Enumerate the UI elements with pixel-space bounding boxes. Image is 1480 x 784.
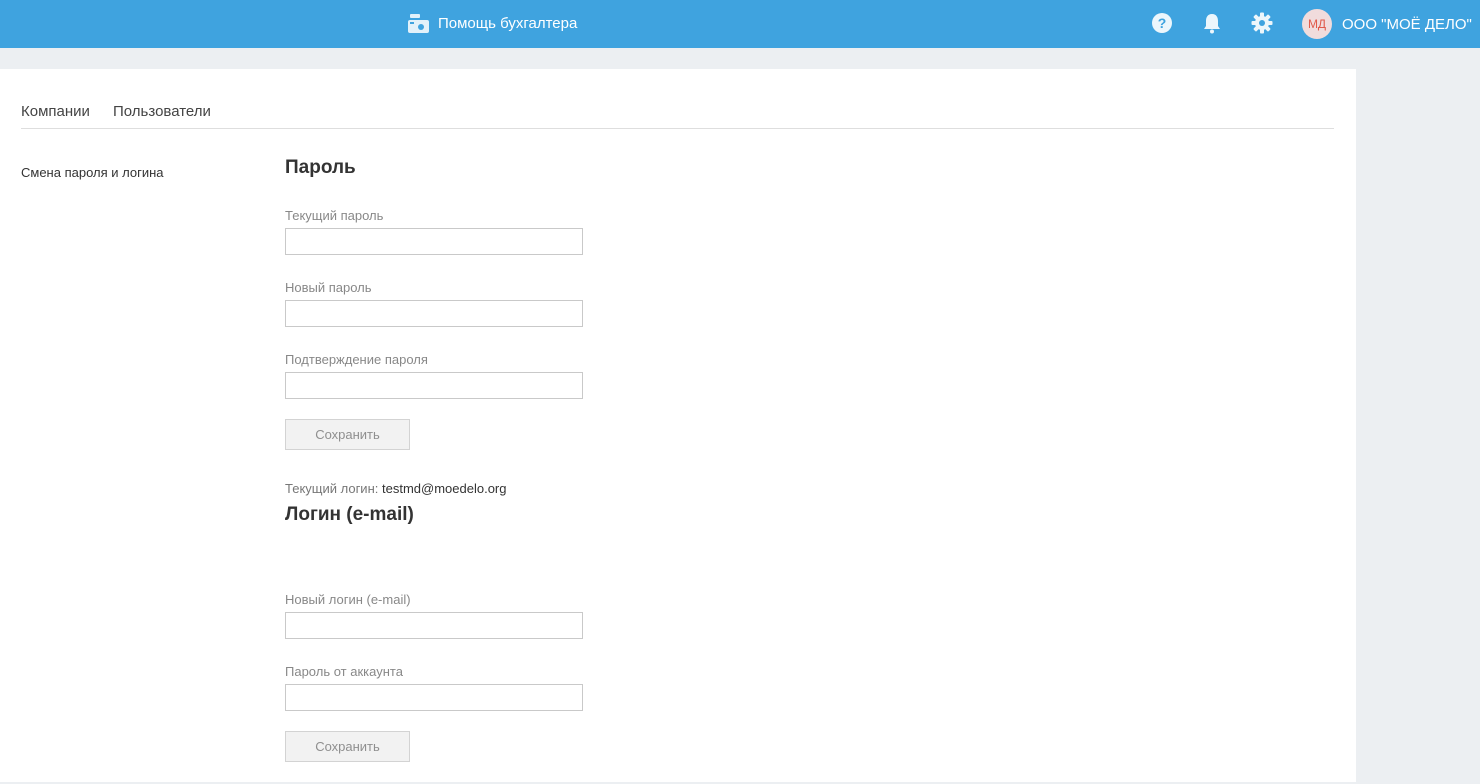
gear-icon[interactable] xyxy=(1251,12,1273,34)
login-section-title: Логин (e-mail) xyxy=(285,504,414,525)
current-login: Текущий логин: testmd@moedelo.org xyxy=(285,481,506,496)
confirm-password-label: Подтверждение пароля xyxy=(285,352,428,367)
company-menu[interactable]: МД ООО "МОЁ ДЕЛО" xyxy=(1302,9,1472,39)
tab-users[interactable]: Пользователи xyxy=(113,103,211,120)
tabs-bar: Компании Пользователи xyxy=(21,103,1334,129)
account-password-label: Пароль от аккаунта xyxy=(285,664,403,679)
current-password-input[interactable] xyxy=(285,228,583,255)
password-section-title: Пароль xyxy=(285,157,356,178)
main-panel: Компании Пользователи Смена пароля и лог… xyxy=(0,69,1356,782)
sidebar-item-change-password-login[interactable]: Смена пароля и логина xyxy=(21,165,164,180)
current-password-label: Текущий пароль xyxy=(285,208,384,223)
current-login-value: testmd@moedelo.org xyxy=(382,481,507,496)
current-login-label: Текущий логин: xyxy=(285,481,379,496)
new-login-label: Новый логин (e-mail) xyxy=(285,592,411,607)
save-login-button[interactable]: Сохранить xyxy=(285,731,410,762)
confirm-password-input[interactable] xyxy=(285,372,583,399)
bell-icon[interactable] xyxy=(1201,12,1223,34)
svg-text:?: ? xyxy=(1158,15,1167,31)
account-password-input[interactable] xyxy=(285,684,583,711)
helper-label: Помощь бухгалтера xyxy=(438,14,578,32)
cash-register-icon xyxy=(408,14,429,33)
help-icon[interactable]: ? xyxy=(1151,12,1173,34)
new-login-input[interactable] xyxy=(285,612,583,639)
top-bar: Помощь бухгалтера ? МД ООО "МОЁ ДЕЛО" xyxy=(0,0,1480,48)
accountant-help-link[interactable]: Помощь бухгалтера xyxy=(408,12,577,34)
tab-companies[interactable]: Компании xyxy=(21,103,90,120)
new-password-label: Новый пароль xyxy=(285,280,372,295)
avatar: МД xyxy=(1302,9,1332,39)
save-password-button[interactable]: Сохранить xyxy=(285,419,410,450)
new-password-input[interactable] xyxy=(285,300,583,327)
company-name: ООО "МОЁ ДЕЛО" xyxy=(1342,15,1472,33)
